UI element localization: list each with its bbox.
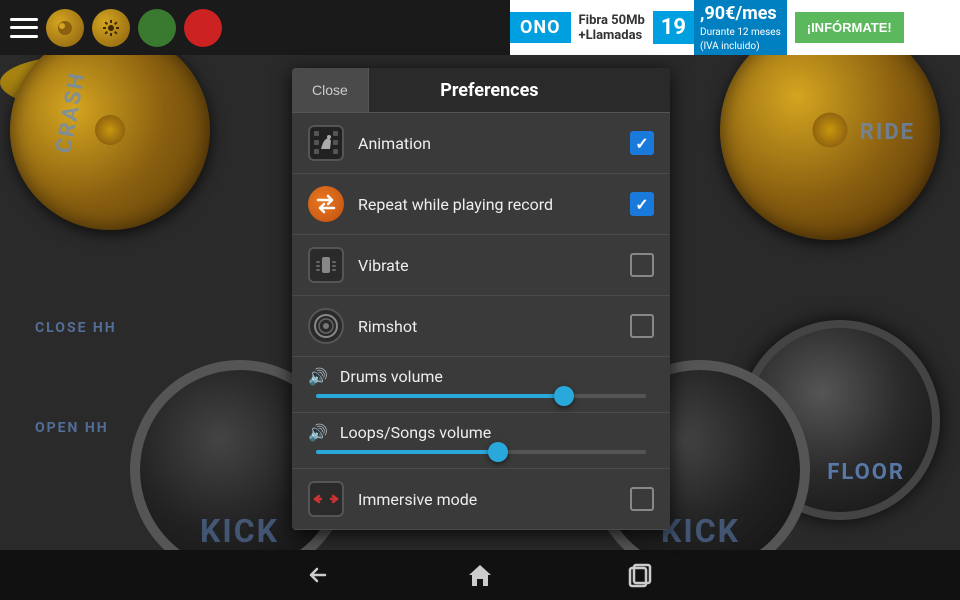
loops-volume-label: Loops/Songs volume — [340, 423, 491, 442]
red-button[interactable] — [184, 9, 222, 47]
top-bar: ONO Fibra 50Mb+Llamadas 19 ,90€/mesDuran… — [0, 0, 960, 55]
prefs-header: Close Preferences — [292, 68, 670, 113]
green-button[interactable] — [138, 9, 176, 47]
top-bar-left — [0, 9, 232, 47]
rimshot-item[interactable]: Rimshot — [292, 296, 670, 357]
drums-volume-fill — [316, 394, 564, 398]
immersive-icon — [308, 481, 344, 517]
repeat-item[interactable]: Repeat while playing record — [292, 174, 670, 235]
preferences-dialog: Close Preferences Animation — [292, 68, 670, 530]
menu-icon[interactable] — [10, 18, 38, 38]
prefs-title: Preferences — [369, 80, 670, 101]
animation-icon — [308, 125, 344, 161]
animation-checkbox[interactable] — [630, 131, 654, 155]
rimshot-label: Rimshot — [358, 317, 616, 336]
vibrate-icon — [308, 247, 344, 283]
ad-cta-button[interactable]: ¡INFÓRMATE! — [795, 12, 904, 43]
recents-button[interactable] — [620, 560, 660, 590]
drums-volume-icon: 🔊 — [308, 367, 328, 386]
floor-label: FLOOR — [827, 460, 905, 485]
drums-volume-label-row: 🔊 Drums volume — [308, 367, 654, 386]
vibrate-item[interactable]: Vibrate — [292, 235, 670, 296]
openhh-label: OPEN HH — [35, 420, 109, 436]
bottom-nav-bar — [0, 550, 960, 600]
drums-volume-thumb[interactable] — [554, 386, 574, 406]
rimshot-icon — [308, 308, 344, 344]
kick1-label: KICK — [200, 512, 279, 550]
settings-button[interactable] — [92, 9, 130, 47]
immersive-checkbox[interactable] — [630, 487, 654, 511]
drums-volume-slider[interactable] — [316, 394, 646, 398]
drums-volume-section: 🔊 Drums volume — [292, 357, 670, 413]
record-button[interactable] — [46, 9, 84, 47]
home-button[interactable] — [460, 560, 500, 590]
ad-brand: ONO — [510, 12, 571, 43]
loops-volume-section: 🔊 Loops/Songs volume — [292, 413, 670, 469]
loops-volume-thumb[interactable] — [488, 442, 508, 462]
kick2-label: KICK — [661, 512, 740, 550]
immersive-item[interactable]: Immersive mode — [292, 469, 670, 530]
repeat-checkbox[interactable] — [630, 192, 654, 216]
immersive-label: Immersive mode — [358, 490, 616, 509]
loops-volume-icon: 🔊 — [308, 423, 328, 442]
ride-label: RIDE — [860, 120, 915, 145]
drums-volume-label: Drums volume — [340, 367, 443, 386]
repeat-label: Repeat while playing record — [358, 195, 616, 214]
animation-label: Animation — [358, 134, 616, 153]
ad-price: 19 — [653, 11, 694, 44]
loops-volume-slider[interactable] — [316, 450, 646, 454]
animation-item[interactable]: Animation — [292, 113, 670, 174]
ad-tagline: Fibra 50Mb+Llamadas — [571, 13, 653, 43]
rimshot-checkbox[interactable] — [630, 314, 654, 338]
vibrate-label: Vibrate — [358, 256, 616, 275]
back-button[interactable] — [300, 560, 340, 590]
close-button[interactable]: Close — [292, 68, 369, 112]
repeat-icon — [308, 186, 344, 222]
loops-volume-label-row: 🔊 Loops/Songs volume — [308, 423, 654, 442]
loops-volume-fill — [316, 450, 498, 454]
ad-banner: ONO Fibra 50Mb+Llamadas 19 ,90€/mesDuran… — [510, 0, 960, 55]
vibrate-checkbox[interactable] — [630, 253, 654, 277]
ad-price-detail: ,90€/mesDurante 12 meses(IVA incluido) — [694, 0, 787, 55]
closehh-label: CLOSE HH — [35, 320, 117, 336]
